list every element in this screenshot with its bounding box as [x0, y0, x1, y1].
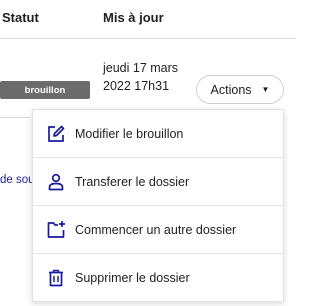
caret-down-icon: ▼: [261, 84, 270, 94]
updated-date: jeudi 17 mars 2022 17h31: [103, 59, 178, 95]
trash-icon: [45, 267, 67, 289]
truncated-link[interactable]: de sou: [0, 174, 35, 186]
status-badge: brouillon: [0, 81, 90, 99]
actions-dropdown-menu: Modifier le brouillon Transferer le doss…: [32, 109, 284, 302]
actions-button-label: Actions: [210, 82, 252, 97]
menu-item-transferer-dossier[interactable]: Transferer le dossier: [33, 158, 283, 205]
actions-button[interactable]: Actions ▼: [196, 75, 284, 104]
person-icon: [45, 171, 67, 193]
menu-item-label: Transferer le dossier: [75, 174, 190, 189]
pencil-square-icon: [45, 123, 67, 145]
updated-date-line1: jeudi 17 mars: [103, 61, 179, 75]
menu-item-label: Supprimer le dossier: [75, 270, 190, 285]
menu-item-label: Commencer un autre dossier: [75, 222, 237, 237]
menu-item-supprimer-dossier[interactable]: Supprimer le dossier: [33, 254, 283, 301]
menu-item-label: Modifier le brouillon: [75, 126, 184, 141]
folder-plus-icon: [45, 219, 67, 241]
menu-item-modifier-brouillon[interactable]: Modifier le brouillon: [33, 110, 283, 157]
menu-item-commencer-autre-dossier[interactable]: Commencer un autre dossier: [33, 206, 283, 253]
column-header-mis-a-jour: Mis à jour: [103, 10, 164, 25]
row-divider: [0, 117, 30, 118]
header-divider: [0, 38, 295, 39]
updated-date-line2: 2022 17h31: [103, 79, 170, 93]
column-header-statut: Statut: [2, 10, 39, 25]
